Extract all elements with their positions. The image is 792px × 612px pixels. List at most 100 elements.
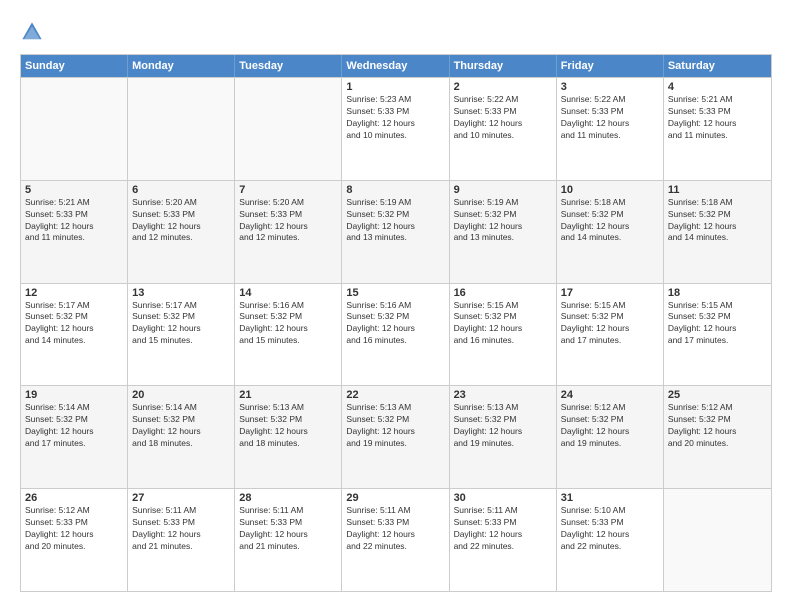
day-number: 1 xyxy=(346,81,444,93)
day-number: 3 xyxy=(561,81,659,93)
day-info: Sunrise: 5:17 AMSunset: 5:32 PMDaylight:… xyxy=(25,300,123,348)
header-day-saturday: Saturday xyxy=(664,55,771,77)
day-number: 6 xyxy=(132,184,230,196)
day-info: Sunrise: 5:22 AMSunset: 5:33 PMDaylight:… xyxy=(561,94,659,142)
day-number: 22 xyxy=(346,389,444,401)
day-number: 29 xyxy=(346,492,444,504)
day-cell-20: 20Sunrise: 5:14 AMSunset: 5:32 PMDayligh… xyxy=(128,386,235,488)
day-info: Sunrise: 5:22 AMSunset: 5:33 PMDaylight:… xyxy=(454,94,552,142)
day-info: Sunrise: 5:19 AMSunset: 5:32 PMDaylight:… xyxy=(454,197,552,245)
day-cell-2: 2Sunrise: 5:22 AMSunset: 5:33 PMDaylight… xyxy=(450,78,557,180)
day-info: Sunrise: 5:13 AMSunset: 5:32 PMDaylight:… xyxy=(239,402,337,450)
day-cell-25: 25Sunrise: 5:12 AMSunset: 5:32 PMDayligh… xyxy=(664,386,771,488)
day-number: 23 xyxy=(454,389,552,401)
logo xyxy=(20,20,48,44)
day-cell-29: 29Sunrise: 5:11 AMSunset: 5:33 PMDayligh… xyxy=(342,489,449,591)
day-info: Sunrise: 5:13 AMSunset: 5:32 PMDaylight:… xyxy=(346,402,444,450)
day-info: Sunrise: 5:15 AMSunset: 5:32 PMDaylight:… xyxy=(668,300,767,348)
day-info: Sunrise: 5:12 AMSunset: 5:32 PMDaylight:… xyxy=(668,402,767,450)
header-day-monday: Monday xyxy=(128,55,235,77)
header-day-tuesday: Tuesday xyxy=(235,55,342,77)
day-info: Sunrise: 5:10 AMSunset: 5:33 PMDaylight:… xyxy=(561,505,659,553)
day-info: Sunrise: 5:20 AMSunset: 5:33 PMDaylight:… xyxy=(239,197,337,245)
day-number: 8 xyxy=(346,184,444,196)
header-day-thursday: Thursday xyxy=(450,55,557,77)
day-cell-16: 16Sunrise: 5:15 AMSunset: 5:32 PMDayligh… xyxy=(450,284,557,386)
day-info: Sunrise: 5:21 AMSunset: 5:33 PMDaylight:… xyxy=(25,197,123,245)
day-info: Sunrise: 5:21 AMSunset: 5:33 PMDaylight:… xyxy=(668,94,767,142)
day-cell-30: 30Sunrise: 5:11 AMSunset: 5:33 PMDayligh… xyxy=(450,489,557,591)
day-info: Sunrise: 5:15 AMSunset: 5:32 PMDaylight:… xyxy=(454,300,552,348)
day-cell-23: 23Sunrise: 5:13 AMSunset: 5:32 PMDayligh… xyxy=(450,386,557,488)
day-number: 9 xyxy=(454,184,552,196)
day-info: Sunrise: 5:23 AMSunset: 5:33 PMDaylight:… xyxy=(346,94,444,142)
day-number: 5 xyxy=(25,184,123,196)
day-info: Sunrise: 5:12 AMSunset: 5:32 PMDaylight:… xyxy=(561,402,659,450)
day-number: 16 xyxy=(454,287,552,299)
calendar-row-4: 19Sunrise: 5:14 AMSunset: 5:32 PMDayligh… xyxy=(21,385,771,488)
day-number: 30 xyxy=(454,492,552,504)
day-info: Sunrise: 5:12 AMSunset: 5:33 PMDaylight:… xyxy=(25,505,123,553)
day-cell-12: 12Sunrise: 5:17 AMSunset: 5:32 PMDayligh… xyxy=(21,284,128,386)
day-number: 19 xyxy=(25,389,123,401)
day-info: Sunrise: 5:18 AMSunset: 5:32 PMDaylight:… xyxy=(561,197,659,245)
day-info: Sunrise: 5:17 AMSunset: 5:32 PMDaylight:… xyxy=(132,300,230,348)
day-cell-28: 28Sunrise: 5:11 AMSunset: 5:33 PMDayligh… xyxy=(235,489,342,591)
day-cell-14: 14Sunrise: 5:16 AMSunset: 5:32 PMDayligh… xyxy=(235,284,342,386)
day-cell-21: 21Sunrise: 5:13 AMSunset: 5:32 PMDayligh… xyxy=(235,386,342,488)
day-info: Sunrise: 5:20 AMSunset: 5:33 PMDaylight:… xyxy=(132,197,230,245)
day-cell-24: 24Sunrise: 5:12 AMSunset: 5:32 PMDayligh… xyxy=(557,386,664,488)
calendar-row-2: 5Sunrise: 5:21 AMSunset: 5:33 PMDaylight… xyxy=(21,180,771,283)
day-cell-31: 31Sunrise: 5:10 AMSunset: 5:33 PMDayligh… xyxy=(557,489,664,591)
day-number: 2 xyxy=(454,81,552,93)
day-number: 27 xyxy=(132,492,230,504)
day-info: Sunrise: 5:11 AMSunset: 5:33 PMDaylight:… xyxy=(346,505,444,553)
day-info: Sunrise: 5:11 AMSunset: 5:33 PMDaylight:… xyxy=(239,505,337,553)
day-cell-6: 6Sunrise: 5:20 AMSunset: 5:33 PMDaylight… xyxy=(128,181,235,283)
day-number: 11 xyxy=(668,184,767,196)
day-number: 13 xyxy=(132,287,230,299)
empty-cell xyxy=(664,489,771,591)
empty-cell xyxy=(235,78,342,180)
day-number: 10 xyxy=(561,184,659,196)
day-cell-19: 19Sunrise: 5:14 AMSunset: 5:32 PMDayligh… xyxy=(21,386,128,488)
day-info: Sunrise: 5:15 AMSunset: 5:32 PMDaylight:… xyxy=(561,300,659,348)
calendar-row-3: 12Sunrise: 5:17 AMSunset: 5:32 PMDayligh… xyxy=(21,283,771,386)
page: SundayMondayTuesdayWednesdayThursdayFrid… xyxy=(0,0,792,612)
day-number: 21 xyxy=(239,389,337,401)
day-number: 17 xyxy=(561,287,659,299)
header-day-wednesday: Wednesday xyxy=(342,55,449,77)
day-number: 15 xyxy=(346,287,444,299)
calendar-row-1: 1Sunrise: 5:23 AMSunset: 5:33 PMDaylight… xyxy=(21,77,771,180)
day-cell-27: 27Sunrise: 5:11 AMSunset: 5:33 PMDayligh… xyxy=(128,489,235,591)
header-day-sunday: Sunday xyxy=(21,55,128,77)
day-number: 24 xyxy=(561,389,659,401)
day-number: 12 xyxy=(25,287,123,299)
day-info: Sunrise: 5:16 AMSunset: 5:32 PMDaylight:… xyxy=(239,300,337,348)
day-number: 28 xyxy=(239,492,337,504)
calendar: SundayMondayTuesdayWednesdayThursdayFrid… xyxy=(20,54,772,592)
header-day-friday: Friday xyxy=(557,55,664,77)
day-number: 26 xyxy=(25,492,123,504)
day-number: 4 xyxy=(668,81,767,93)
day-info: Sunrise: 5:14 AMSunset: 5:32 PMDaylight:… xyxy=(132,402,230,450)
day-number: 31 xyxy=(561,492,659,504)
day-info: Sunrise: 5:19 AMSunset: 5:32 PMDaylight:… xyxy=(346,197,444,245)
header xyxy=(20,20,772,44)
day-cell-7: 7Sunrise: 5:20 AMSunset: 5:33 PMDaylight… xyxy=(235,181,342,283)
day-cell-15: 15Sunrise: 5:16 AMSunset: 5:32 PMDayligh… xyxy=(342,284,449,386)
day-info: Sunrise: 5:16 AMSunset: 5:32 PMDaylight:… xyxy=(346,300,444,348)
day-number: 18 xyxy=(668,287,767,299)
day-cell-11: 11Sunrise: 5:18 AMSunset: 5:32 PMDayligh… xyxy=(664,181,771,283)
day-info: Sunrise: 5:18 AMSunset: 5:32 PMDaylight:… xyxy=(668,197,767,245)
day-cell-3: 3Sunrise: 5:22 AMSunset: 5:33 PMDaylight… xyxy=(557,78,664,180)
day-cell-13: 13Sunrise: 5:17 AMSunset: 5:32 PMDayligh… xyxy=(128,284,235,386)
day-info: Sunrise: 5:14 AMSunset: 5:32 PMDaylight:… xyxy=(25,402,123,450)
calendar-header: SundayMondayTuesdayWednesdayThursdayFrid… xyxy=(21,55,771,77)
day-cell-5: 5Sunrise: 5:21 AMSunset: 5:33 PMDaylight… xyxy=(21,181,128,283)
day-cell-1: 1Sunrise: 5:23 AMSunset: 5:33 PMDaylight… xyxy=(342,78,449,180)
day-cell-9: 9Sunrise: 5:19 AMSunset: 5:32 PMDaylight… xyxy=(450,181,557,283)
day-info: Sunrise: 5:11 AMSunset: 5:33 PMDaylight:… xyxy=(132,505,230,553)
day-cell-26: 26Sunrise: 5:12 AMSunset: 5:33 PMDayligh… xyxy=(21,489,128,591)
calendar-row-5: 26Sunrise: 5:12 AMSunset: 5:33 PMDayligh… xyxy=(21,488,771,591)
